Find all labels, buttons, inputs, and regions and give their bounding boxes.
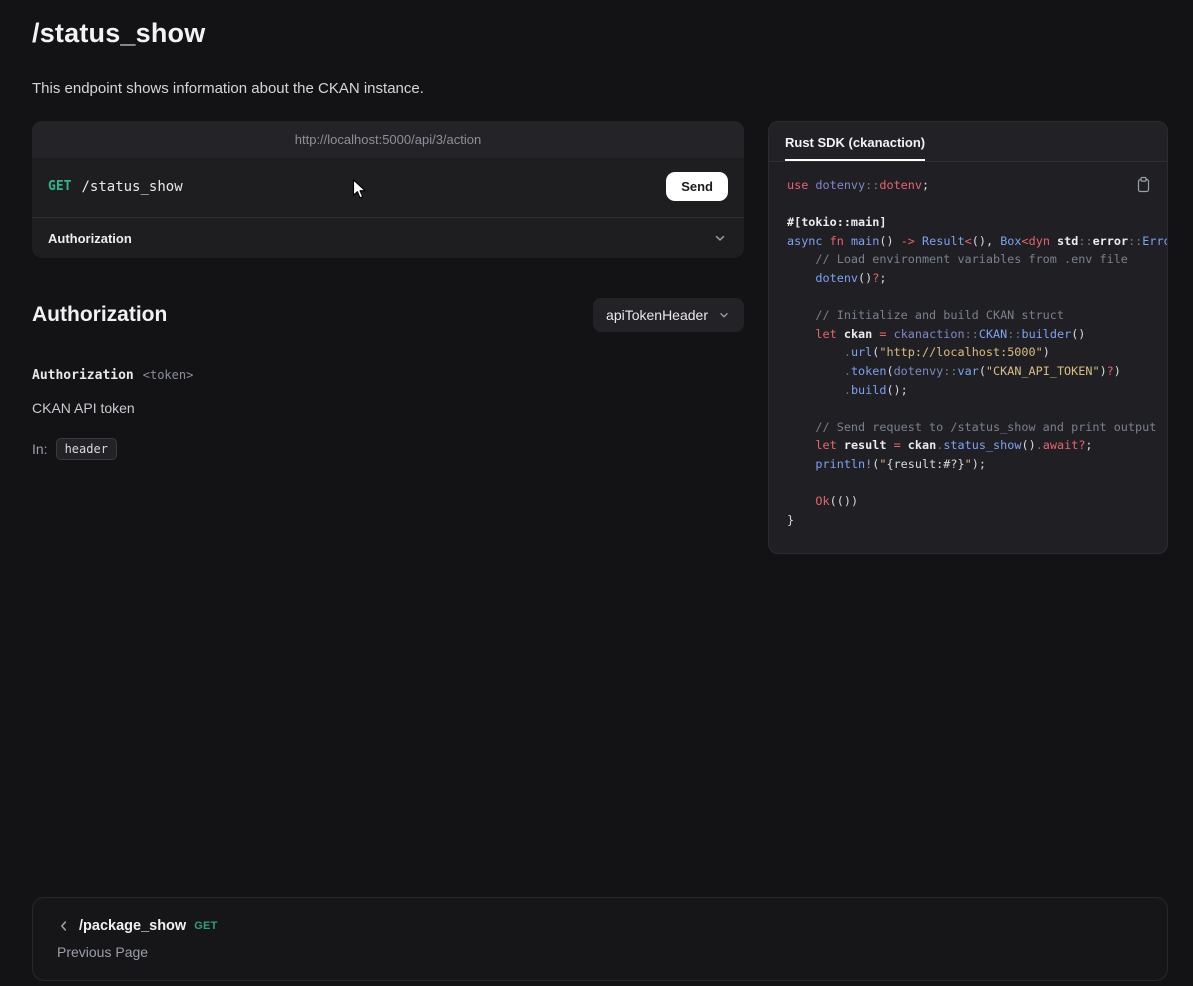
authorization-heading: Authorization [32,303,167,327]
content-columns: http://localhost:5000/api/3/action GET /… [32,121,1168,554]
request-auth-toggle[interactable]: Authorization [32,217,744,258]
request-path: /status_show [81,179,182,195]
code-language-tab[interactable]: Rust SDK (ckanaction) [785,135,925,161]
code-sample-panel: Rust SDK (ckanaction) use dotenvy::doten… [768,121,1168,554]
request-auth-label: Authorization [48,231,132,246]
code-panel-body: use dotenvy::dotenv; #[tokio::main] asyn… [769,162,1167,553]
send-button[interactable]: Send [666,172,728,201]
auth-field-row: Authorization <token> [32,368,744,383]
clipboard-icon [1136,181,1151,196]
chevron-down-icon [712,230,728,246]
auth-scheme-value: apiTokenHeader [606,307,708,323]
base-url-bar[interactable]: http://localhost:5000/api/3/action [32,121,744,158]
auth-field-name: Authorization [32,368,134,383]
auth-in-label: In: [32,441,48,457]
left-column: http://localhost:5000/api/3/action GET /… [32,121,744,460]
page: /status_show This endpoint shows informa… [0,18,1193,981]
page-description: This endpoint shows information about th… [32,80,1168,97]
auth-field-type: <token> [143,368,194,382]
request-playground-card: http://localhost:5000/api/3/action GET /… [32,121,744,258]
request-row: GET /status_show Send [32,158,744,217]
page-title: /status_show [32,18,1168,49]
previous-page-label: Previous Page [57,944,1143,960]
auth-field-description: CKAN API token [32,400,744,416]
auth-in-row: In: header [32,438,744,460]
previous-page-link[interactable]: /package_show GET [57,918,1143,934]
auth-scheme-select[interactable]: apiTokenHeader [593,298,744,332]
auth-in-badge: header [56,438,117,460]
chevron-down-icon [717,308,731,322]
chevron-left-icon [57,919,71,933]
authorization-section-header: Authorization apiTokenHeader [32,298,744,332]
previous-page-path: /package_show [79,918,186,934]
rust-code-block: use dotenvy::dotenv; #[tokio::main] asyn… [769,162,1167,553]
http-method-badge: GET [48,179,71,194]
previous-page-method: GET [194,920,218,932]
copy-code-button[interactable] [1134,174,1153,198]
code-panel-header: Rust SDK (ckanaction) [769,122,1167,162]
footer-pagination-card: /package_show GET Previous Page [32,897,1168,981]
